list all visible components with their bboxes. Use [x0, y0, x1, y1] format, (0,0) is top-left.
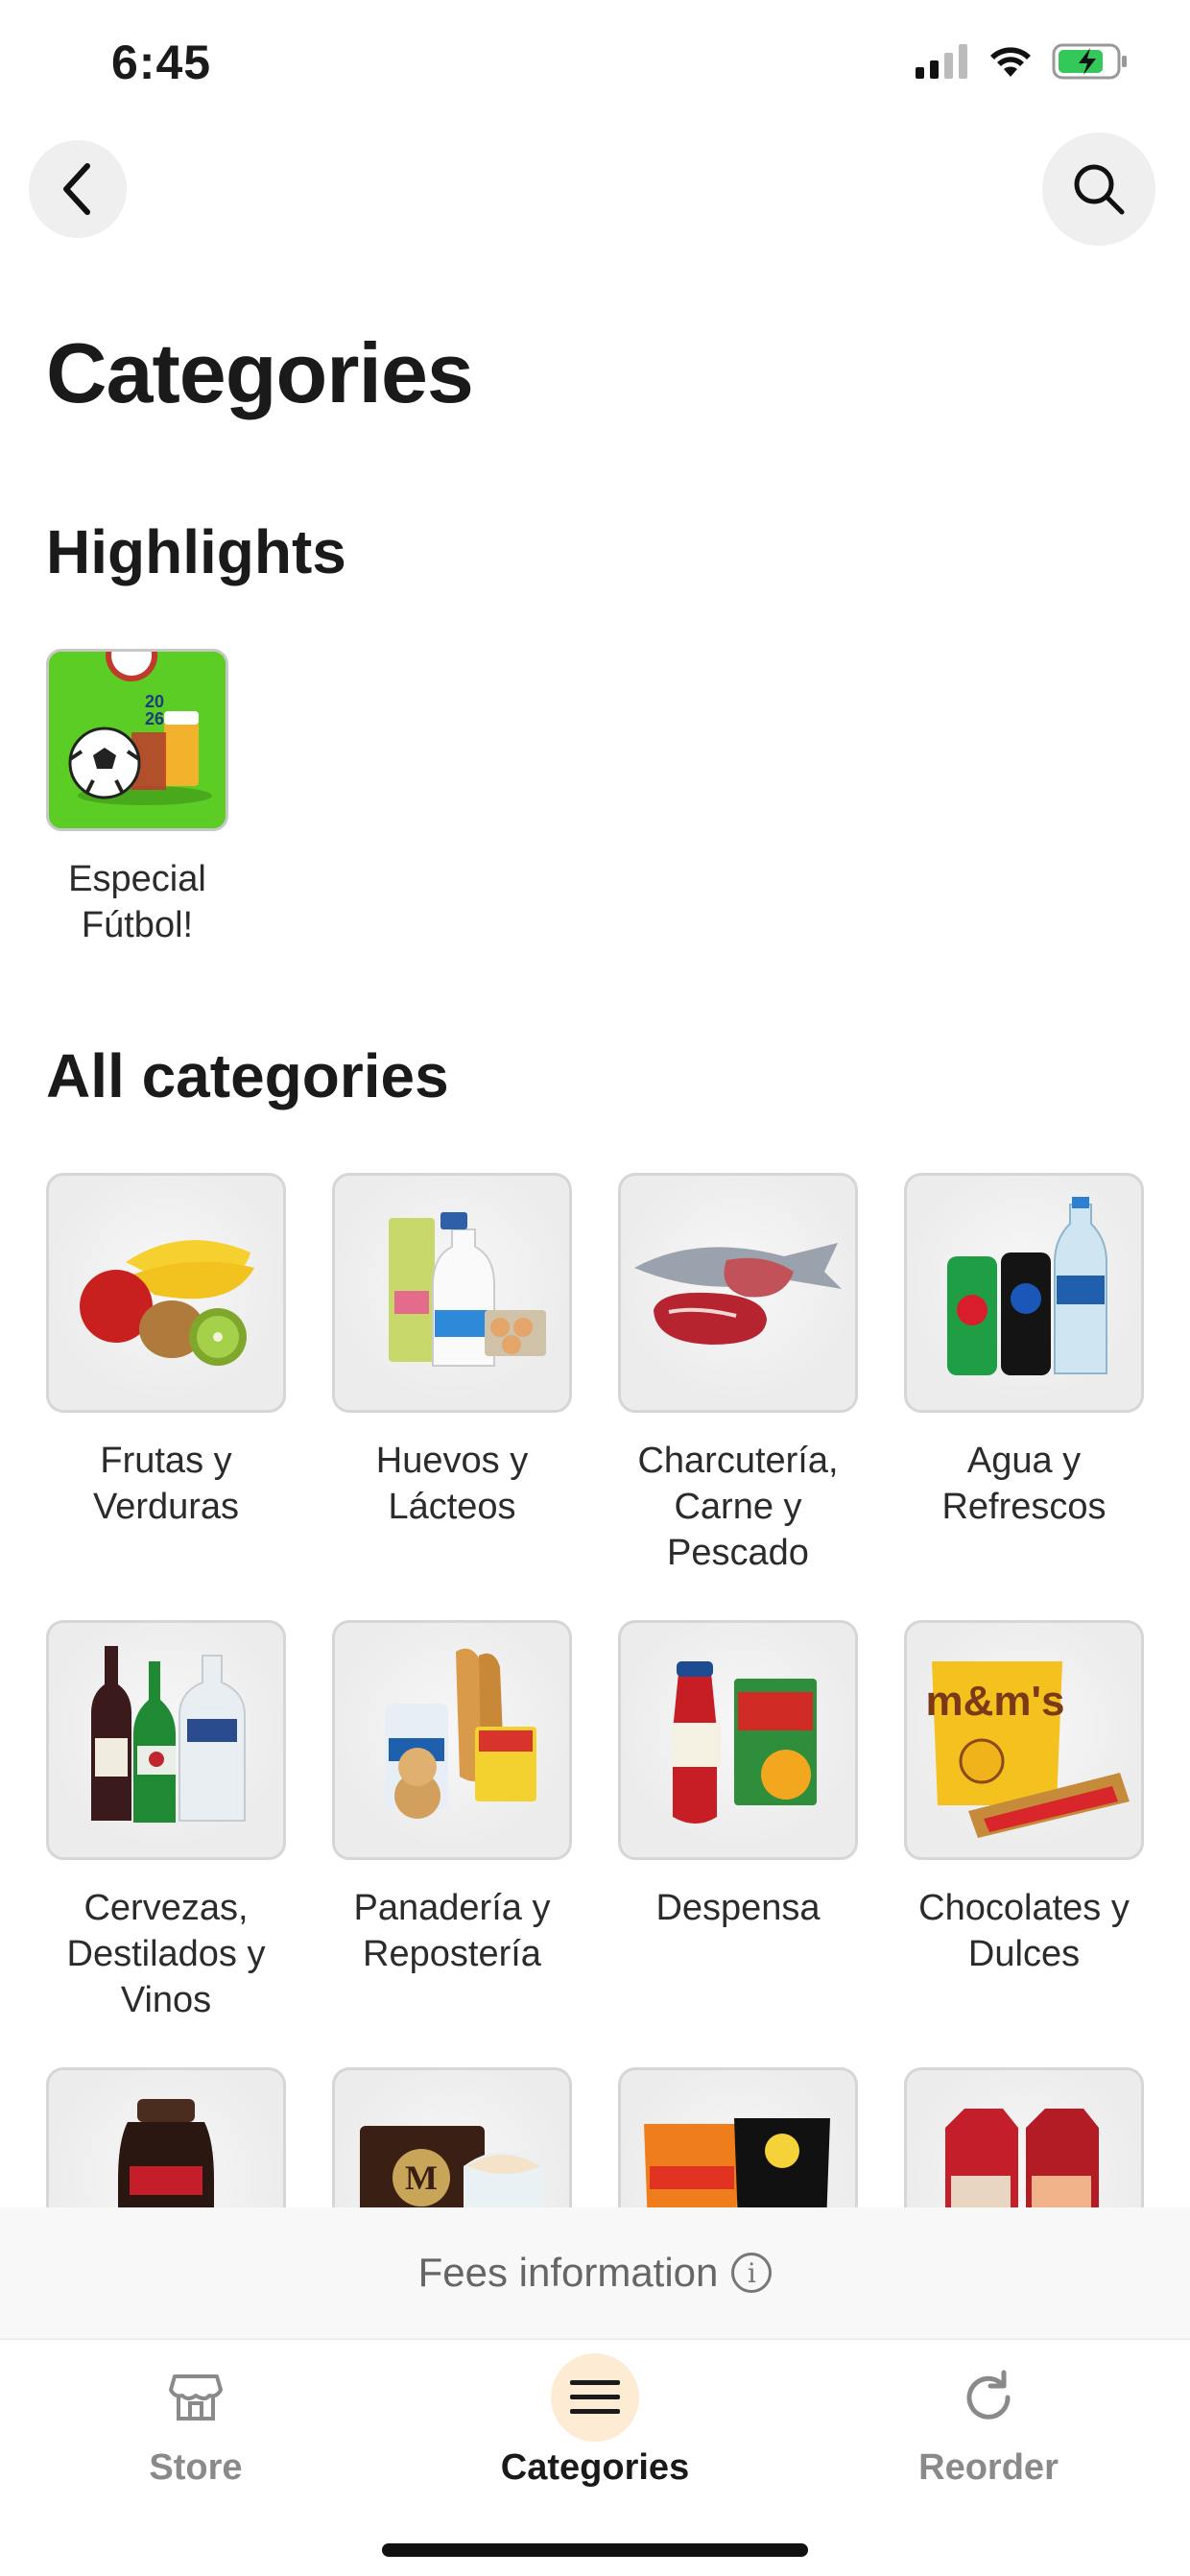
- category-label: Huevos y Lácteos: [375, 1441, 529, 1527]
- svg-text:26: 26: [145, 709, 164, 728]
- category-charcuteria-carne-pescado[interactable]: Charcutería, Carne y Pescado: [618, 1173, 858, 1576]
- dairy-image: [389, 1212, 546, 1367]
- category-label: Chocolates y Dulces: [918, 1888, 1130, 1974]
- tab-categories[interactable]: Categories: [451, 2353, 739, 2489]
- tab-reorder-label: Reorder: [918, 2447, 1059, 2488]
- back-button[interactable]: [29, 140, 127, 238]
- highlight-item-especial-futbol[interactable]: 20 26 Especial Fútbol!: [46, 649, 228, 948]
- category-huevos-y-lacteos[interactable]: Huevos y Lácteos: [332, 1173, 572, 1530]
- highlight-image: 20 26: [46, 649, 228, 831]
- svg-text:m&m's: m&m's: [926, 1678, 1065, 1725]
- category-image: [904, 1173, 1144, 1413]
- signal-icon: [916, 44, 967, 79]
- meat-fish-image: [634, 1243, 842, 1345]
- drinks-image: [947, 1197, 1107, 1375]
- category-image: [46, 1620, 286, 1860]
- category-image: [332, 1620, 572, 1860]
- svg-text:20: 20: [145, 692, 164, 711]
- refresh-icon: [944, 2353, 1033, 2442]
- category-label: Frutas y Verduras: [92, 1441, 240, 1527]
- category-agua-y-refrescos[interactable]: Agua y Refrescos: [904, 1173, 1144, 1530]
- category-label: Cervezas, Destilados y Vinos: [66, 1888, 266, 2020]
- sweets-image: m&m's: [926, 1661, 1130, 1838]
- category-label: Panadería y Repostería: [353, 1888, 551, 1974]
- tab-store-label: Store: [149, 2447, 243, 2488]
- status-time: 6:45: [111, 36, 212, 89]
- bakery-image: [385, 1648, 536, 1819]
- category-image: [332, 1173, 572, 1413]
- category-image: [618, 1173, 858, 1413]
- category-frutas-y-verduras[interactable]: Frutas y Verduras: [46, 1173, 286, 1530]
- store-icon: [152, 2353, 240, 2442]
- alcohol-image: [91, 1646, 246, 1823]
- category-cervezas-destilados-vinos[interactable]: Cervezas, Destilados y Vinos: [46, 1620, 286, 2023]
- status-icons: [916, 42, 1129, 81]
- tab-store[interactable]: Store: [52, 2353, 340, 2489]
- category-label: Charcutería, Carne y Pescado: [637, 1441, 839, 1573]
- svg-text:M: M: [405, 2159, 438, 2197]
- bottom-tab-bar: Store Categories Reorder: [0, 2338, 1190, 2576]
- status-bar: 6:45: [0, 0, 1190, 125]
- tab-categories-label: Categories: [500, 2447, 690, 2488]
- pantry-image: [673, 1661, 817, 1824]
- fruits-image: [80, 1240, 254, 1366]
- category-image: m&m's: [904, 1620, 1144, 1860]
- all-categories-title: All categories: [46, 1041, 449, 1110]
- chevron-left-icon: [63, 163, 90, 215]
- fees-information-label: Fees information: [417, 2250, 719, 2295]
- highlights-title: Highlights: [46, 517, 346, 586]
- tab-reorder[interactable]: Reorder: [845, 2353, 1132, 2489]
- category-image: [46, 1173, 286, 1413]
- highlight-label: Especial Fútbol!: [68, 859, 206, 945]
- wifi-icon: [990, 47, 1031, 77]
- menu-icon: [551, 2353, 639, 2442]
- category-chocolates-y-dulces[interactable]: m&m's Chocolates y Dulces: [904, 1620, 1144, 1977]
- category-label: Despensa: [655, 1888, 821, 1928]
- category-despensa[interactable]: Despensa: [618, 1620, 858, 1931]
- info-icon: i: [731, 2253, 773, 2293]
- battery-charging-icon: [1052, 43, 1127, 80]
- category-image: [618, 1620, 858, 1860]
- home-indicator: [382, 2543, 808, 2557]
- page-title: Categories: [46, 325, 474, 420]
- search-icon: [1074, 164, 1125, 215]
- fees-information-button[interactable]: Fees information i: [0, 2207, 1190, 2338]
- football-beer-image: 20 26: [49, 652, 226, 828]
- search-button[interactable]: [1042, 132, 1155, 246]
- category-panaderia-y-reposteria[interactable]: Panadería y Repostería: [332, 1620, 572, 1977]
- category-label: Agua y Refrescos: [941, 1441, 1107, 1527]
